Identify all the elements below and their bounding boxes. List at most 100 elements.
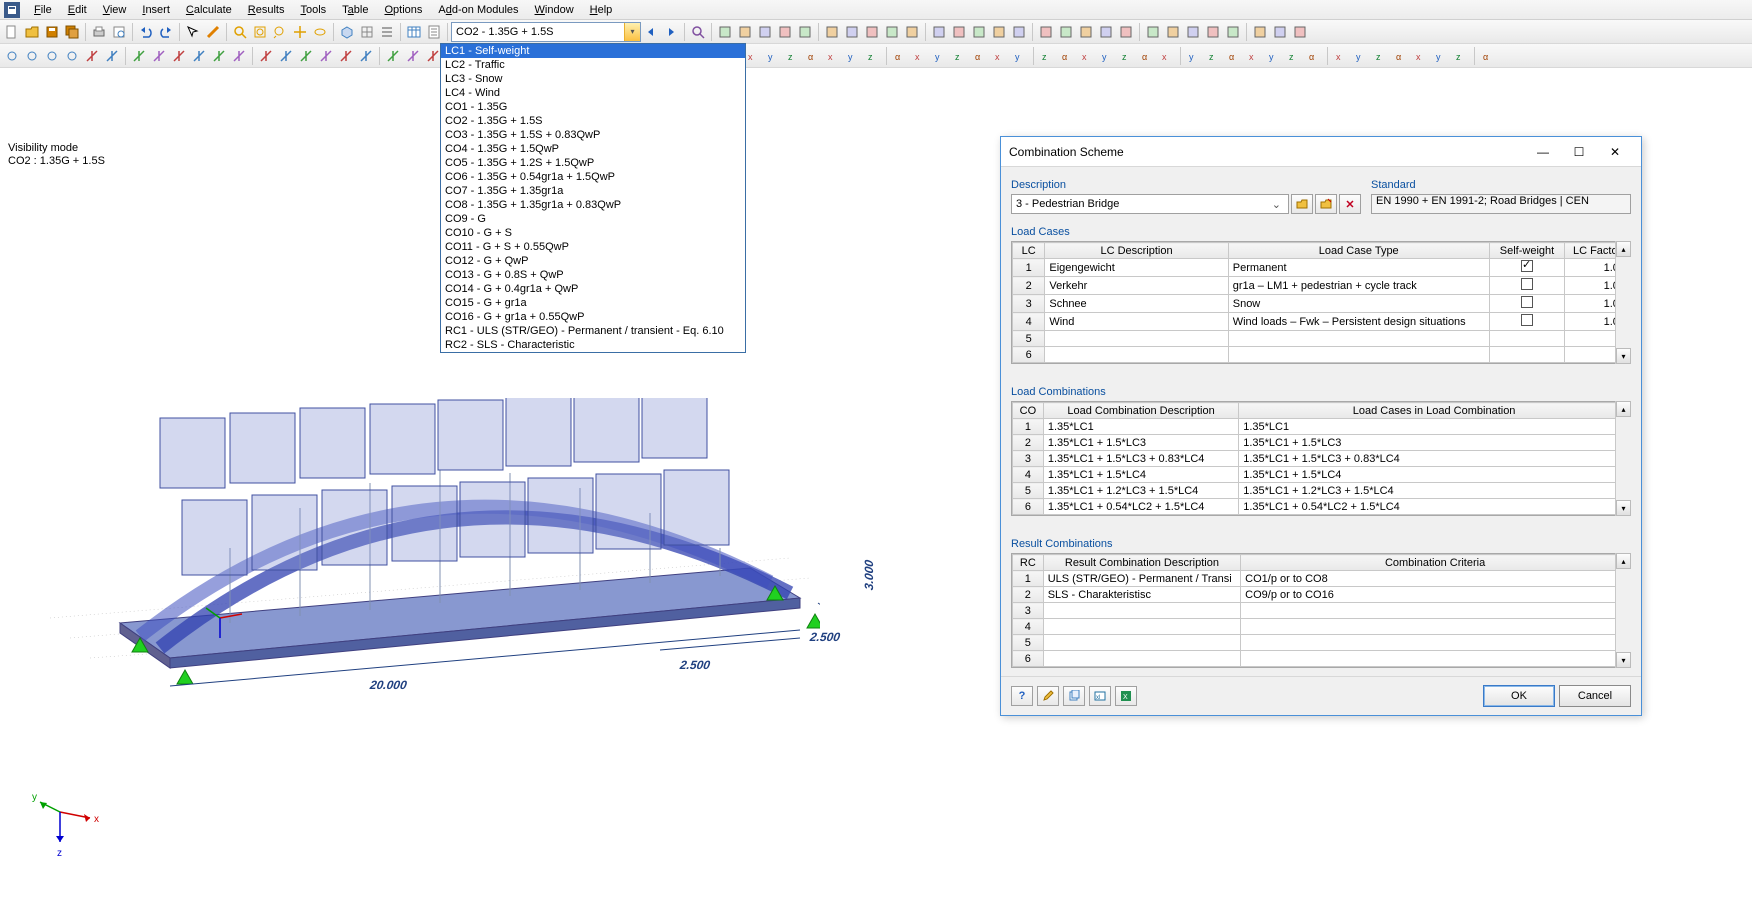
- tool-icon-16[interactable]: [1056, 22, 1076, 42]
- checkbox[interactable]: [1521, 296, 1533, 308]
- tool2-icon-10[interactable]: [209, 46, 229, 66]
- tool2-icon-5[interactable]: [102, 46, 122, 66]
- tool-icon-20[interactable]: [1143, 22, 1163, 42]
- tool2b-icon-0[interactable]: x: [743, 46, 763, 66]
- export-icon[interactable]: xl: [1089, 686, 1111, 706]
- tool2b-icon-6[interactable]: z: [863, 46, 883, 66]
- tool2-icon-9[interactable]: [189, 46, 209, 66]
- table-row[interactable]: 5: [1013, 331, 1630, 347]
- rotate-icon[interactable]: [310, 22, 330, 42]
- tool2-icon-16[interactable]: [336, 46, 356, 66]
- tool2b-icon-24[interactable]: x: [1244, 46, 1264, 66]
- tool-icon-7[interactable]: [862, 22, 882, 42]
- tool2b-icon-31[interactable]: α: [1391, 46, 1411, 66]
- table-row[interactable]: 1ULS (STR/GEO) - Permanent / TransiCO1/p…: [1013, 571, 1630, 587]
- dropdown-item[interactable]: LC3 - Snow: [441, 72, 745, 86]
- pan-icon[interactable]: [290, 22, 310, 42]
- prev-icon[interactable]: [641, 22, 661, 42]
- tool-icon-21[interactable]: [1163, 22, 1183, 42]
- tool-icon-2[interactable]: [755, 22, 775, 42]
- tool2b-icon-13[interactable]: y: [1010, 46, 1030, 66]
- tool-icon-17[interactable]: [1076, 22, 1096, 42]
- menu-table[interactable]: Table: [334, 2, 376, 18]
- tool2-icon-18[interactable]: [383, 46, 403, 66]
- tool-icon-27[interactable]: [1290, 22, 1310, 42]
- tool2b-icon-11[interactable]: α: [970, 46, 990, 66]
- tool2b-icon-18[interactable]: z: [1117, 46, 1137, 66]
- tool2b-icon-10[interactable]: z: [950, 46, 970, 66]
- zoom-all-icon[interactable]: [250, 22, 270, 42]
- tool2-icon-1[interactable]: [22, 46, 42, 66]
- tool2b-icon-27[interactable]: α: [1304, 46, 1324, 66]
- menu-results[interactable]: Results: [240, 2, 293, 18]
- tool2b-icon-28[interactable]: x: [1331, 46, 1351, 66]
- tool-icon-18[interactable]: [1096, 22, 1116, 42]
- tool2-icon-12[interactable]: [256, 46, 276, 66]
- dropdown-item[interactable]: CO12 - G + QwP: [441, 254, 745, 268]
- menu-edit[interactable]: Edit: [60, 2, 95, 18]
- dropdown-item[interactable]: CO1 - 1.35G: [441, 100, 745, 114]
- next-icon[interactable]: [661, 22, 681, 42]
- dropdown-item[interactable]: CO10 - G + S: [441, 226, 745, 240]
- loadcase-dropdown[interactable]: LC1 - Self-weightLC2 - TrafficLC3 - Snow…: [440, 43, 746, 353]
- tool2b-icon-26[interactable]: z: [1284, 46, 1304, 66]
- tool2b-icon-29[interactable]: y: [1351, 46, 1371, 66]
- save-scheme-icon[interactable]: [1315, 194, 1337, 214]
- tool2b-icon-30[interactable]: z: [1371, 46, 1391, 66]
- table-row[interactable]: 31.35*LC1 + 1.5*LC3 + 0.83*LC41.35*LC1 +…: [1013, 451, 1630, 467]
- grid-scrollbar[interactable]: ▴▾: [1615, 241, 1631, 364]
- table-row[interactable]: 4: [1013, 619, 1630, 635]
- tool-icon-12[interactable]: [969, 22, 989, 42]
- tool2b-icon-2[interactable]: z: [783, 46, 803, 66]
- edit-icon[interactable]: [1037, 686, 1059, 706]
- checkbox[interactable]: [1521, 314, 1533, 326]
- print-icon[interactable]: [89, 22, 109, 42]
- table-icon[interactable]: [404, 22, 424, 42]
- tool2b-icon-21[interactable]: y: [1184, 46, 1204, 66]
- zoom-prev-icon[interactable]: [270, 22, 290, 42]
- view-iso-icon[interactable]: [337, 22, 357, 42]
- zoom-window-icon[interactable]: [230, 22, 250, 42]
- tool2b-icon-12[interactable]: x: [990, 46, 1010, 66]
- tool2-icon-0[interactable]: [2, 46, 22, 66]
- checkbox[interactable]: [1521, 260, 1533, 272]
- dropdown-item[interactable]: CO15 - G + gr1a: [441, 296, 745, 310]
- tool-icon-4[interactable]: [795, 22, 815, 42]
- tool-icon-5[interactable]: [822, 22, 842, 42]
- tool2b-icon-33[interactable]: y: [1431, 46, 1451, 66]
- grid-scrollbar[interactable]: ▴▾: [1615, 553, 1631, 668]
- dropdown-item[interactable]: LC4 - Wind: [441, 86, 745, 100]
- measure-icon[interactable]: [203, 22, 223, 42]
- tool2b-icon-8[interactable]: x: [910, 46, 930, 66]
- tool-icon-11[interactable]: [949, 22, 969, 42]
- menu-file[interactable]: File: [26, 2, 60, 18]
- tool2b-icon-35[interactable]: α: [1478, 46, 1498, 66]
- tool2b-icon-7[interactable]: α: [890, 46, 910, 66]
- loadcombos-grid[interactable]: COLoad Combination DescriptionLoad Cases…: [1011, 401, 1631, 516]
- table-row[interactable]: 4WindWind loads – Fwk – Persistent desig…: [1013, 313, 1630, 331]
- description-dropdown-icon[interactable]: ⌄: [1269, 198, 1284, 211]
- tool2b-icon-1[interactable]: y: [763, 46, 783, 66]
- dropdown-item[interactable]: CO9 - G: [441, 212, 745, 226]
- menu-calculate[interactable]: Calculate: [178, 2, 240, 18]
- tool2b-icon-15[interactable]: α: [1057, 46, 1077, 66]
- dropdown-item[interactable]: RC1 - ULS (STR/GEO) - Permanent / transi…: [441, 324, 745, 338]
- select-icon[interactable]: [183, 22, 203, 42]
- dropdown-item[interactable]: CO4 - 1.35G + 1.5QwP: [441, 142, 745, 156]
- tool2-icon-7[interactable]: [149, 46, 169, 66]
- tool-icon-15[interactable]: [1036, 22, 1056, 42]
- table-row[interactable]: 6: [1013, 651, 1630, 667]
- dropdown-item[interactable]: CO7 - 1.35G + 1.35gr1a: [441, 184, 745, 198]
- tool-icon-24[interactable]: [1223, 22, 1243, 42]
- loadcase-combo[interactable]: CO2 - 1.35G + 1.5S: [451, 22, 641, 42]
- tool2b-icon-5[interactable]: y: [843, 46, 863, 66]
- table-row[interactable]: 41.35*LC1 + 1.5*LC41.35*LC1 + 1.5*LC4: [1013, 467, 1630, 483]
- tool2-icon-2[interactable]: [42, 46, 62, 66]
- tool2-icon-11[interactable]: [229, 46, 249, 66]
- loadcases-grid[interactable]: LCLC DescriptionLoad Case TypeSelf-weigh…: [1011, 241, 1631, 364]
- tool2-icon-4[interactable]: [82, 46, 102, 66]
- description-input[interactable]: 3 - Pedestrian Bridge: [1016, 198, 1269, 210]
- undo-icon[interactable]: [136, 22, 156, 42]
- open-scheme-icon[interactable]: [1291, 194, 1313, 214]
- menu-options[interactable]: Options: [376, 2, 430, 18]
